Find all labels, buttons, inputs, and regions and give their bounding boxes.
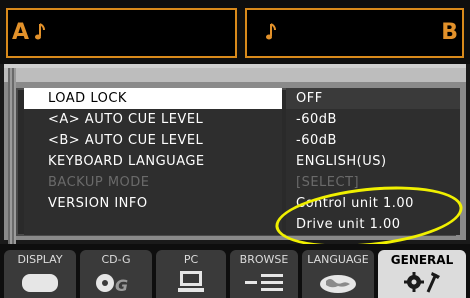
menu-label: BACKUP MODE (24, 172, 282, 193)
tab-general[interactable]: GENERAL (378, 250, 466, 298)
cd-g-icon: G (96, 274, 128, 294)
menu-value: ENGLISH(US) (286, 151, 460, 172)
display-icon (22, 274, 58, 292)
panel-side-lines (8, 68, 16, 244)
tab-language[interactable]: LANGUAGE (302, 250, 374, 298)
panel-top-strip (4, 68, 466, 82)
menu-value: -60dB (286, 130, 460, 151)
menu-value: OFF (286, 88, 460, 109)
tab-label: GENERAL (390, 253, 454, 267)
category-tabs: DISPLAY CD-G G PC BROWSE LANGUAGE GENERA… (0, 244, 470, 298)
menu-label: KEYBOARD LANGUAGE (24, 151, 282, 172)
tab-browse[interactable]: BROWSE (230, 250, 298, 298)
deck-a-letter: A (12, 20, 30, 45)
tab-label: BROWSE (239, 253, 289, 266)
tab-label: LANGUAGE (307, 253, 369, 266)
tab-pc[interactable]: PC (156, 250, 226, 298)
menu-row-b-auto-cue-level[interactable]: <B> AUTO CUE LEVEL -60dB (24, 130, 462, 151)
deck-b-display: B (245, 8, 464, 58)
tab-cd-g[interactable]: CD-G G (80, 250, 152, 298)
deck-header: A B (0, 0, 470, 64)
menu-row-a-auto-cue-level[interactable]: <A> AUTO CUE LEVEL -60dB (24, 109, 462, 130)
browse-icon (245, 274, 283, 291)
music-note-icon (266, 23, 276, 40)
menu-value: -60dB (286, 109, 460, 130)
tab-label: DISPLAY (17, 253, 63, 266)
menu-row-load-lock[interactable]: LOAD LOCK OFF (24, 88, 462, 109)
menu-label: LOAD LOCK (24, 88, 282, 109)
deck-a-display: A (6, 8, 237, 58)
tab-label: CD-G (101, 253, 131, 266)
globe-icon (320, 275, 356, 293)
menu-label: <B> AUTO CUE LEVEL (24, 130, 282, 151)
menu-label: <A> AUTO CUE LEVEL (24, 109, 282, 130)
tools-icon (404, 272, 440, 293)
music-note-icon (35, 23, 45, 40)
menu-label: VERSION INFO (24, 193, 282, 214)
svg-text:G: G (115, 276, 128, 294)
pc-icon (178, 271, 204, 292)
menu-label (24, 214, 282, 235)
tab-display[interactable]: DISPLAY (4, 250, 76, 298)
tab-label: PC (183, 253, 199, 266)
menu-row-keyboard-language[interactable]: KEYBOARD LANGUAGE ENGLISH(US) (24, 151, 462, 172)
deck-b-letter: B (441, 20, 458, 45)
